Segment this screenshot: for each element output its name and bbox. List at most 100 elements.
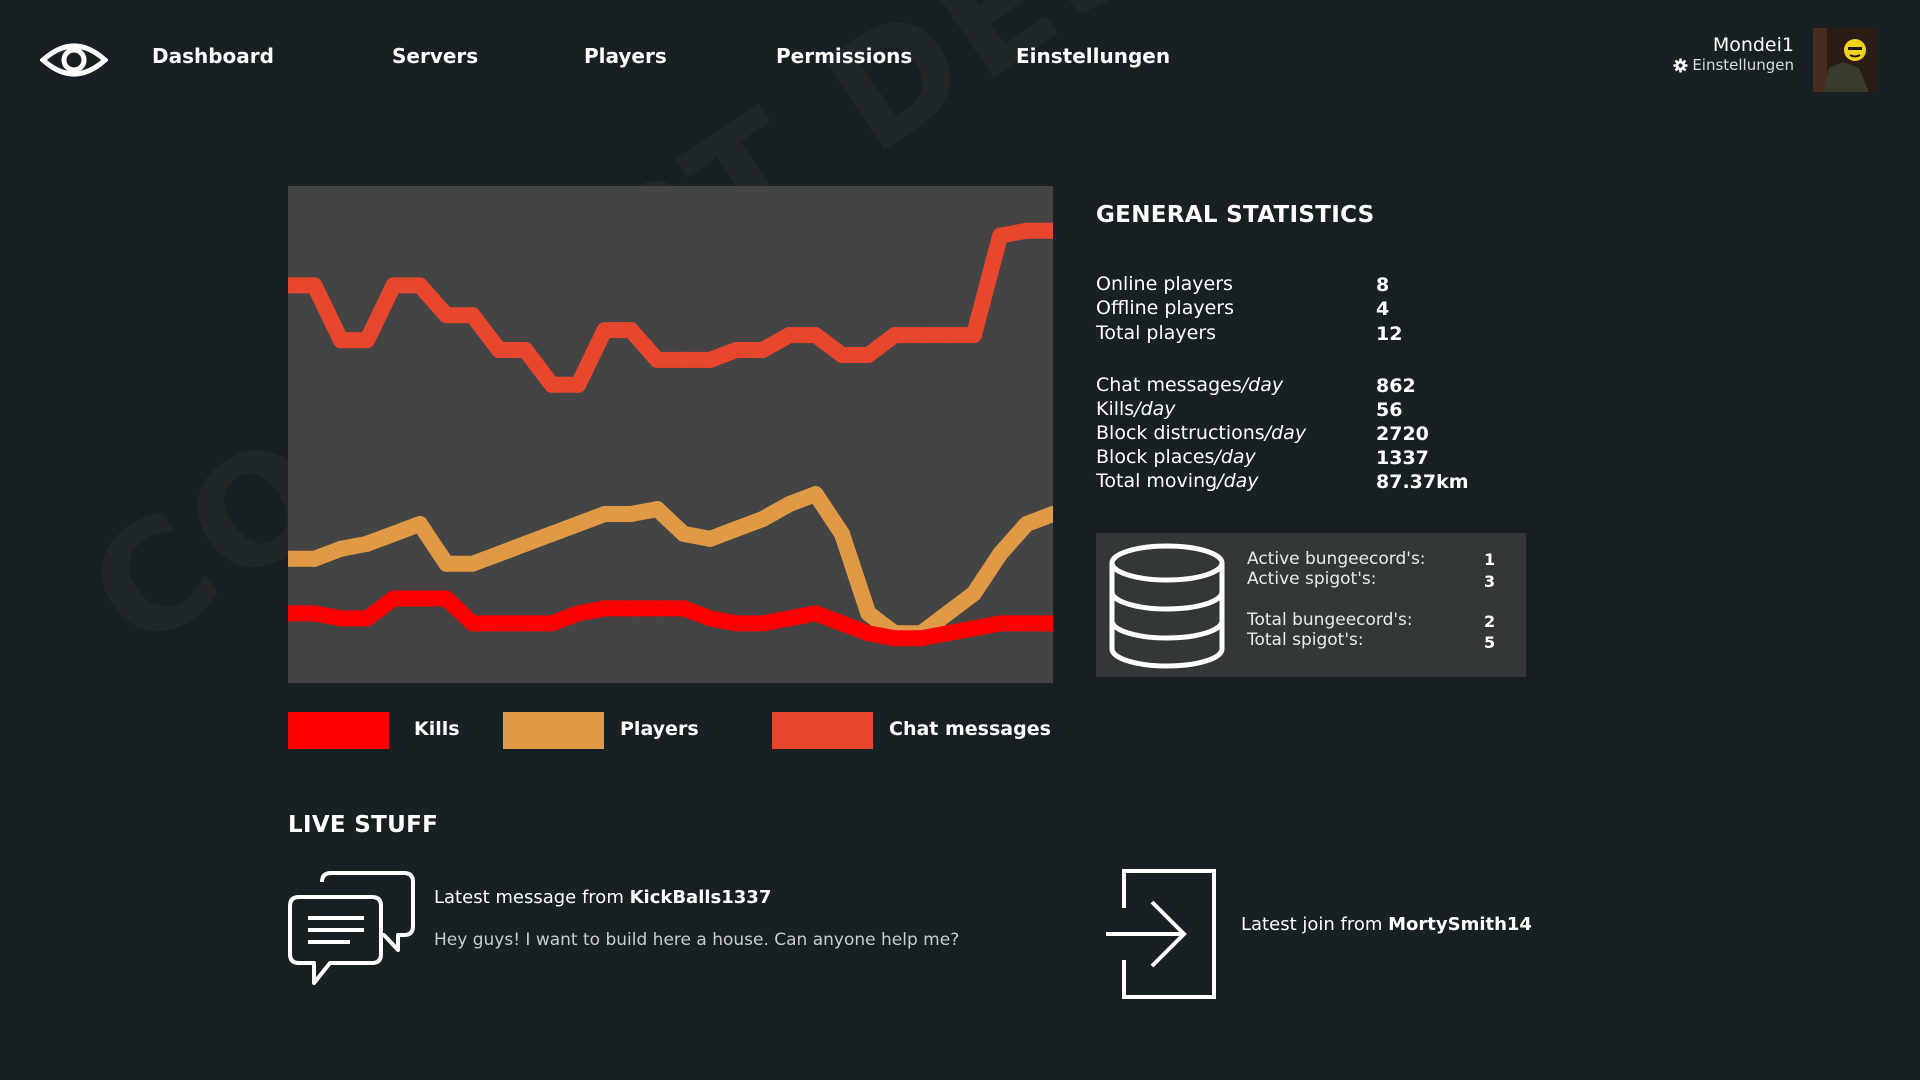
stat-value: 862 <box>1376 375 1416 397</box>
data-point <box>517 342 534 358</box>
data-point <box>385 525 402 542</box>
data-point <box>491 342 507 358</box>
data-point <box>622 322 639 339</box>
stat-label-text: Offline players <box>1096 297 1235 319</box>
stat-label-suffix: /day <box>1214 446 1256 468</box>
latest-message-line: Latest message from KickBalls1337 <box>434 887 771 908</box>
legend-players-label: Players <box>620 718 699 740</box>
server-summary-box: Active bungeecord's: 1 Active spigot's: … <box>1096 533 1526 677</box>
avatar[interactable] <box>1813 28 1877 92</box>
data-point <box>1018 516 1035 532</box>
stat-label-text: Chat messages <box>1096 374 1242 396</box>
stat-label-text: Total moving <box>1096 470 1218 492</box>
stat-label-text: Block distructions <box>1096 422 1265 444</box>
data-point <box>860 347 877 363</box>
active-bungeecord-value: 1 <box>1484 550 1496 569</box>
stat-label-text: Online players <box>1096 273 1233 295</box>
stat-label-text: Total players <box>1096 322 1217 344</box>
activity-chart <box>288 186 1053 683</box>
user-settings-link[interactable]: Einstellungen <box>1673 56 1794 74</box>
data-point <box>939 625 956 642</box>
data-point <box>596 600 613 617</box>
data-point <box>886 630 903 647</box>
data-point <box>781 610 798 627</box>
data-point <box>622 506 639 522</box>
data-point <box>860 625 877 642</box>
data-point <box>834 347 850 363</box>
user-settings-label: Einstellungen <box>1692 56 1794 74</box>
data-point <box>965 585 982 602</box>
data-point <box>1018 615 1035 632</box>
data-point <box>543 615 560 632</box>
data-point <box>807 486 824 503</box>
stat-value: 87.37km <box>1376 471 1469 493</box>
legend-chat-label: Chat messages <box>889 718 1051 740</box>
data-point <box>411 277 428 294</box>
latest-message-user[interactable]: KickBalls1337 <box>630 887 772 908</box>
data-point <box>622 600 639 617</box>
chat-bubbles-icon <box>288 871 415 985</box>
user-name[interactable]: Mondei1 <box>1713 34 1794 56</box>
total-bungeecord-value: 2 <box>1484 612 1496 631</box>
data-point <box>570 516 587 532</box>
data-point <box>438 590 455 607</box>
data-point <box>807 327 824 344</box>
data-point <box>992 227 1009 244</box>
eye-logo-icon[interactable] <box>39 36 109 84</box>
database-icon <box>1109 543 1225 669</box>
stat-value: 12 <box>1376 323 1403 345</box>
data-point <box>596 322 613 339</box>
data-point <box>754 511 771 527</box>
stat-value: 56 <box>1376 399 1403 421</box>
nav-dashboard[interactable]: Dashboard <box>152 44 274 68</box>
data-point <box>939 605 956 622</box>
nav-servers[interactable]: Servers <box>392 44 478 68</box>
data-point <box>886 327 903 344</box>
data-point <box>807 605 824 622</box>
legend-players-swatch <box>503 712 604 749</box>
data-point <box>649 501 666 518</box>
data-point <box>570 376 587 393</box>
login-icon <box>1106 869 1216 999</box>
total-spigot-value: 5 <box>1484 633 1496 652</box>
data-point <box>992 615 1009 632</box>
nav-permissions[interactable]: Permissions <box>776 44 912 68</box>
latest-join-user[interactable]: MortySmith14 <box>1388 914 1532 935</box>
data-point <box>913 630 930 647</box>
total-bungeecord-label: Total bungeecord's: <box>1247 610 1413 630</box>
data-point <box>517 535 534 552</box>
nav-einstellungen[interactable]: Einstellungen <box>1016 44 1170 68</box>
nav-players[interactable]: Players <box>584 44 667 68</box>
stat-label: Block distructions/day <box>1096 422 1306 444</box>
active-bungeecord-label: Active bungeecord's: <box>1247 549 1426 569</box>
data-point <box>834 615 850 632</box>
data-point <box>359 610 376 627</box>
data-point <box>438 555 455 572</box>
data-point <box>464 615 481 632</box>
data-point <box>702 351 719 368</box>
data-point <box>728 615 745 632</box>
stat-value: 2720 <box>1376 423 1429 445</box>
data-point <box>543 525 560 542</box>
data-point <box>728 342 745 358</box>
data-point <box>570 605 587 622</box>
data-point <box>965 620 982 637</box>
data-point <box>965 327 982 344</box>
data-point <box>702 610 719 627</box>
stat-label: Total moving/day <box>1096 470 1259 492</box>
series-line-chat-messages <box>288 222 1053 393</box>
data-point <box>306 550 323 567</box>
stat-label: Offline players <box>1096 297 1234 319</box>
data-point <box>464 307 481 324</box>
data-point <box>491 545 507 562</box>
data-point <box>359 535 376 552</box>
data-point <box>649 351 666 368</box>
stat-label: Block places/day <box>1096 446 1256 468</box>
data-point <box>834 525 850 542</box>
stat-label-text: Block places <box>1096 446 1215 468</box>
data-point <box>675 351 692 368</box>
data-point <box>675 600 692 617</box>
data-point <box>596 506 613 522</box>
stat-label-suffix: /day <box>1134 398 1176 420</box>
active-spigot-value: 3 <box>1484 572 1496 591</box>
